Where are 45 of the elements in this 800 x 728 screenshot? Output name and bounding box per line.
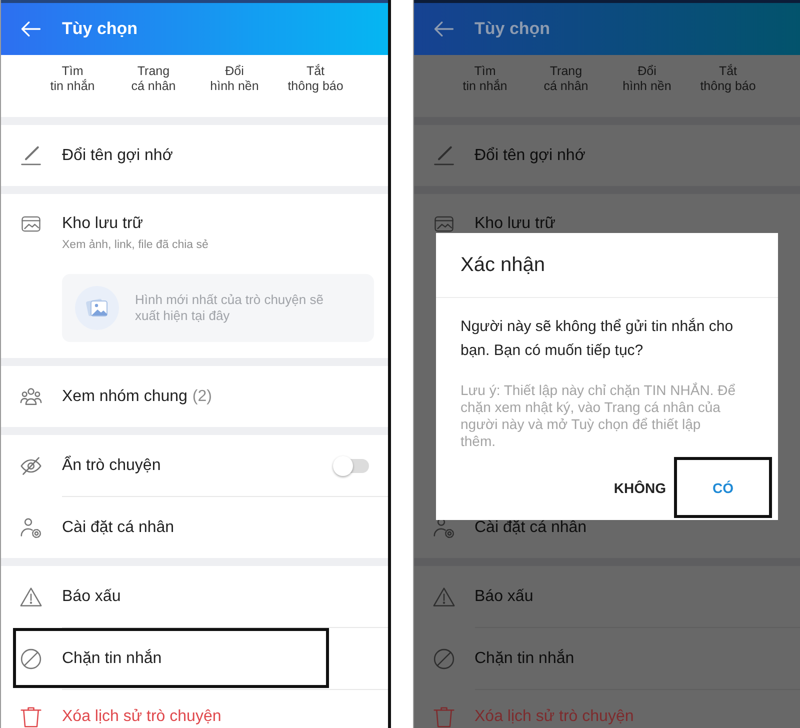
screen-title: Tùy chọn	[474, 19, 550, 39]
dialog-title: Xác nhận	[460, 253, 546, 278]
quick-action-button[interactable]: Trang cá nhân	[131, 64, 176, 94]
quick-action-button[interactable]: Tìm tin nhắn	[50, 64, 95, 94]
quick-action-button[interactable]: Tắt thông báo	[700, 64, 756, 94]
warning-icon	[432, 586, 454, 608]
prohibited-icon	[432, 648, 454, 670]
media-preview[interactable]: Hình mới nhất của trò chuyện sẽ xuất hiện tại đây	[62, 274, 374, 342]
quick-action-button[interactable]: Tắt thông báo	[288, 64, 344, 94]
menu-item[interactable]: Cài đặt cá nhân	[1, 497, 388, 558]
menu-item[interactable]: Xem nhóm chung (2)	[1, 366, 388, 427]
menu-item[interactable]: Đổi tên gợi nhớ	[1, 125, 388, 186]
dialog-note: Lưu ý: Thiết lập này chỉ chặn TIN NHẮN. Để chặn xem nhật ký, vào Trang cá nhân của người này và mở Tuỳ chọn để thiết lập thêm.	[460, 382, 736, 450]
pencil-icon	[20, 144, 42, 166]
picture-frame-icon	[20, 214, 42, 234]
trash-icon	[20, 706, 42, 728]
dialog-message: Người này sẽ không thể gửi tin nhắn cho bạn. Bạn có muốn tiếp tục?	[460, 317, 734, 361]
menu-label: Ẩn trò chuyện	[62, 456, 161, 476]
confirm-button[interactable]: CÓ	[674, 457, 772, 518]
menu-item[interactable]: Kho lưu trữ Xem ảnh, link, file đã chia sẻ	[1, 194, 388, 252]
quick-action-button[interactable]: Tìm tin nhắn	[462, 64, 508, 94]
menu-item[interactable]: Báo xấu	[414, 566, 800, 627]
pencil-icon	[432, 144, 454, 166]
arrow-left-icon	[21, 19, 41, 39]
arrow-left-icon	[434, 19, 454, 39]
eye-slash-icon	[20, 454, 42, 476]
menu-item[interactable]: Kho lưu trữ	[414, 194, 800, 234]
toggle-switch[interactable]	[332, 456, 368, 476]
image-icon	[75, 286, 119, 330]
menu-item[interactable]: Báo xấu	[1, 566, 388, 627]
quick-action-button[interactable]: Đổi hình nền	[622, 64, 672, 94]
warning-icon	[20, 586, 42, 608]
prohibited-icon	[20, 648, 42, 670]
picture-frame-icon	[432, 214, 454, 234]
menu-item[interactable]: Đổi tên gợi nhớ	[414, 125, 800, 186]
screen-title: Tùy chọn	[62, 19, 138, 39]
trash-icon	[432, 706, 454, 728]
preview-text: Hình mới nhất của trò chuyện sẽ xuất hiện tại đây	[135, 292, 324, 324]
menu-item[interactable]: Xóa lịch sử trò chuyện	[1, 690, 388, 728]
quick-action-button[interactable]: Đổi hình nền	[210, 64, 259, 94]
menu-item[interactable]: Chặn tin nhắn	[1, 628, 388, 689]
quick-action-button[interactable]: Trang cá nhân	[544, 64, 588, 94]
menu-item[interactable]: Chặn tin nhắn	[414, 628, 800, 689]
user-gear-icon	[20, 516, 42, 538]
people-icon	[20, 386, 42, 408]
